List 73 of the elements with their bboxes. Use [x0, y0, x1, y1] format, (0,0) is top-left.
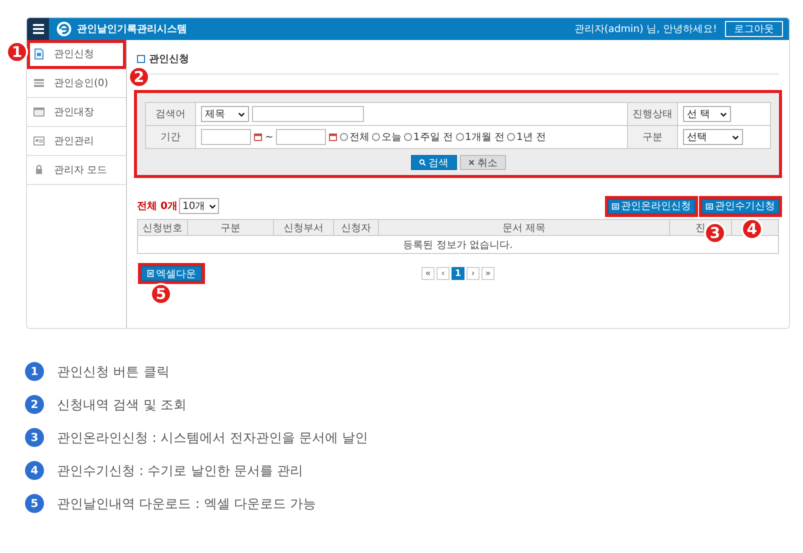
- period-radio[interactable]: 1주일 전: [404, 130, 453, 144]
- step-description: 관인온라인신청 : 시스템에서 전자관인을 문서에 날인: [57, 430, 368, 446]
- step-number: 4: [25, 461, 44, 480]
- empty-message: 등록된 정보가 없습니다.: [402, 238, 514, 252]
- range-separator: ~: [265, 132, 274, 142]
- calendar-icon[interactable]: [254, 133, 262, 141]
- page-button[interactable]: 1: [452, 267, 464, 280]
- total-count: 전체 0개: [137, 200, 178, 213]
- form-icon: [706, 202, 713, 210]
- page-button[interactable]: ›: [466, 267, 480, 280]
- period-radio[interactable]: 전체: [340, 130, 370, 144]
- page-button[interactable]: «: [422, 267, 434, 280]
- column-header: 신청부서: [274, 220, 334, 235]
- column-header: 문서 제목: [379, 220, 670, 235]
- period-radio[interactable]: 오늘: [372, 130, 402, 144]
- greeting-text: 관리자(admin) 님, 안녕하세요!: [574, 23, 717, 36]
- sidebar-item[interactable]: 관인승인(0): [27, 69, 126, 98]
- callout-badge: 4: [741, 218, 763, 240]
- cancel-button[interactable]: 취소: [460, 155, 506, 170]
- status-select[interactable]: 선 택: [683, 106, 731, 122]
- search-button[interactable]: 검색: [410, 155, 456, 170]
- ledger-icon: [33, 106, 45, 118]
- sidebar-item[interactable]: 관인신청: [27, 40, 126, 69]
- close-icon: [468, 159, 474, 166]
- chevron-down-icon: [720, 112, 727, 116]
- step-description: 관인신청 버튼 클릭: [57, 364, 170, 380]
- lock-icon: [33, 164, 45, 176]
- type-select[interactable]: 선택: [683, 129, 743, 145]
- form-icon: [612, 202, 619, 210]
- step-number: 2: [25, 395, 44, 414]
- step-description: 신청내역 검색 및 조회: [57, 396, 186, 414]
- id-card-icon: [33, 135, 45, 147]
- field-label: 기간: [146, 126, 196, 148]
- column-header: 신청번호: [138, 220, 188, 235]
- document-icon: [33, 48, 45, 60]
- keyword-type-select[interactable]: 제목: [201, 106, 249, 122]
- search-icon: [418, 159, 426, 166]
- field-label: 진행상태: [628, 103, 678, 126]
- period-radio[interactable]: 1개월 전: [456, 130, 504, 144]
- end-date-input[interactable]: [276, 129, 326, 145]
- chevron-down-icon: [732, 134, 739, 140]
- square-icon: [137, 55, 145, 63]
- callout-badge: 1: [6, 41, 28, 63]
- logo-icon: [56, 21, 72, 37]
- chevron-down-icon: [209, 204, 216, 208]
- sidebar-item[interactable]: 관리자 모드: [27, 156, 126, 185]
- start-date-input[interactable]: [201, 129, 251, 145]
- callout-badge: 2: [128, 66, 150, 88]
- chevron-down-icon: [238, 112, 245, 116]
- field-label: 검색어: [146, 103, 196, 126]
- logout-button[interactable]: 로그아웃: [725, 21, 783, 37]
- column-header: 구분: [188, 220, 274, 235]
- step-description: 관인수기신청 : 수기로 날인한 문서를 관리: [57, 462, 304, 480]
- step-number: 5: [25, 494, 44, 513]
- app-title: 관인날인기록관리시스템: [77, 23, 187, 36]
- callout-badge: 5: [150, 283, 172, 305]
- step-number: 1: [25, 362, 44, 381]
- page-title: 관인신청: [149, 53, 189, 66]
- column-header: 신청자: [334, 220, 379, 235]
- page-size-select[interactable]: 10개: [179, 198, 220, 214]
- step-description: 관인날인내역 다운로드 : 엑셀 다운로드 가능: [57, 496, 316, 512]
- calendar-icon[interactable]: [329, 133, 338, 141]
- page-button[interactable]: »: [482, 267, 494, 280]
- sidebar-item[interactable]: 관인대장: [27, 98, 126, 127]
- page-button[interactable]: ‹: [436, 267, 450, 280]
- keyword-input[interactable]: [252, 106, 364, 122]
- step-number: 3: [25, 428, 44, 447]
- sidebar-item[interactable]: 관인관리: [27, 127, 126, 156]
- list-icon: [33, 77, 45, 89]
- field-label: 구분: [628, 126, 678, 148]
- menu-icon[interactable]: [27, 18, 49, 40]
- period-radio[interactable]: 1년 전: [507, 130, 546, 144]
- excel-download-button[interactable]: 엑셀다운: [141, 266, 202, 281]
